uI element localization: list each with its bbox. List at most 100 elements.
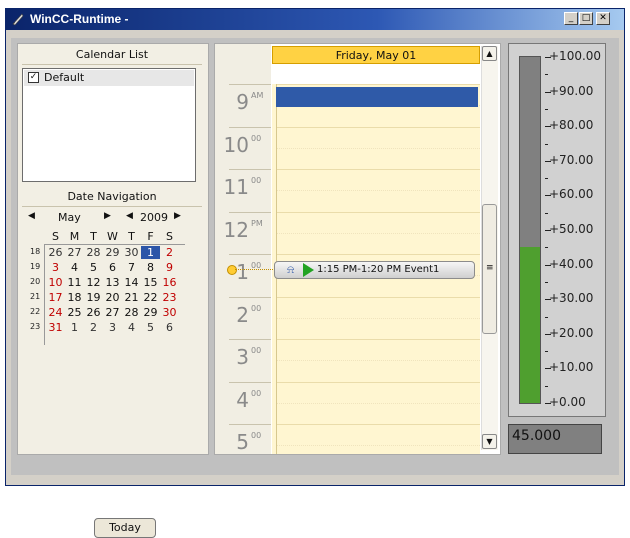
day-view: Friday, May 01 9 AM 10 00 11 00 12 PM 1 00 2 00 3 00 4… [214, 43, 501, 455]
slot-line [272, 296, 480, 298]
calendar-day[interactable]: 28 [84, 246, 103, 259]
calendar-day[interactable]: 5 [141, 321, 160, 334]
calendar-day[interactable]: 11 [65, 276, 84, 289]
slot-line [272, 147, 480, 149]
calendar-day[interactable]: 29 [103, 246, 122, 259]
calendar-day[interactable]: 13 [103, 276, 122, 289]
weekday-header: W [107, 230, 118, 243]
calendar-day[interactable]: 30 [122, 246, 141, 259]
close-button[interactable]: ✕ [596, 12, 610, 25]
hour-suffix: PM [251, 218, 263, 228]
calendar-day[interactable]: 24 [46, 306, 65, 319]
calendar-day[interactable]: 22 [141, 291, 160, 304]
calendar-day[interactable]: 2 [84, 321, 103, 334]
default-calendar-checkbox[interactable]: ✓ [28, 72, 39, 83]
window-title: WinCC-Runtime - [30, 12, 129, 26]
calendar-day[interactable]: 25 [65, 306, 84, 319]
calendar-day[interactable]: 19 [84, 291, 103, 304]
calendar-day[interactable]: 1 [65, 321, 84, 334]
hour-divider [229, 211, 271, 213]
current-time-line [235, 269, 273, 270]
calendar-day[interactable]: 12 [84, 276, 103, 289]
week-number: 20 [30, 277, 41, 286]
slot-line [272, 402, 480, 404]
calendar-day[interactable]: 27 [65, 246, 84, 259]
hour-divider [229, 424, 271, 425]
hour-number: 9 [236, 90, 249, 114]
gauge-minor-tick [545, 247, 548, 249]
calendar-day[interactable]: 6 [103, 261, 122, 274]
hour-suffix: 00 [251, 176, 262, 185]
slot-line [272, 126, 480, 128]
calendar-day[interactable]: 30 [160, 306, 179, 319]
calendar-day[interactable]: 9 [160, 261, 179, 274]
play-icon [303, 263, 314, 277]
calendar-day[interactable]: 3 [103, 321, 122, 334]
calendar-day[interactable]: 21 [122, 291, 141, 304]
gauge-scale-label: +80.00 [549, 118, 594, 133]
hour-number: 1 [236, 260, 249, 284]
calendar-day[interactable]: 5 [84, 261, 103, 274]
year-label: 2009 [140, 211, 168, 224]
scroll-up-arrow-icon[interactable]: ▲ [482, 46, 497, 61]
weekday-header: M [69, 230, 80, 243]
calendar-day[interactable]: 26 [84, 306, 103, 319]
gauge-minor-tick [545, 316, 548, 318]
weekday-header: S [52, 230, 59, 243]
bell-icon: ⍾ [287, 263, 295, 276]
calendar-day[interactable]: 28 [122, 306, 141, 319]
calendar-day[interactable]: 20 [103, 291, 122, 304]
calendar-day[interactable]: 23 [160, 291, 179, 304]
gauge-minor-tick [545, 385, 548, 387]
weekday-header: S [166, 230, 173, 243]
hour-divider [229, 254, 271, 255]
day-header[interactable]: Friday, May 01 [272, 46, 480, 64]
gauge-minor-tick [545, 281, 548, 283]
maximize-button[interactable]: □ [579, 12, 593, 25]
calendar-day[interactable]: 14 [122, 276, 141, 289]
day-view-scrollbar[interactable]: ▲ ≡ ▼ [481, 46, 498, 450]
hour-suffix: 00 [251, 431, 262, 440]
gauge-value-display[interactable]: 45.000 [508, 424, 602, 454]
scroll-down-arrow-icon[interactable]: ▼ [482, 434, 497, 449]
calendar-list-item-default[interactable]: ✓ Default [24, 70, 194, 86]
calendar-day[interactable]: 29 [141, 306, 160, 319]
event-item[interactable]: ⍾ 1:15 PM-1:20 PM Event1 [274, 261, 475, 279]
hour-number: 5 [236, 430, 249, 454]
prev-month-arrow-icon[interactable]: ◀ [28, 211, 35, 221]
calendar-day[interactable]: 10 [46, 276, 65, 289]
calendar-day[interactable]: 6 [160, 321, 179, 334]
calendar-day[interactable]: 15 [141, 276, 160, 289]
calendar-day[interactable]: 18 [65, 291, 84, 304]
title-bar[interactable]: WinCC-Runtime - _ □ ✕ [6, 9, 624, 30]
calendar-day[interactable]: 27 [103, 306, 122, 319]
next-year-arrow-icon[interactable]: ▶ [174, 211, 181, 221]
calendar-day[interactable]: 16 [160, 276, 179, 289]
month-year-navigator: ◀ May ▶ ◀ 2009 ▶ [22, 210, 202, 226]
calendar-day[interactable]: 3 [46, 261, 65, 274]
hour-suffix: 00 [251, 133, 262, 143]
slot-line [272, 339, 480, 340]
prev-year-arrow-icon[interactable]: ◀ [126, 211, 133, 221]
hour-divider [229, 84, 271, 85]
calendar-day[interactable]: 17 [46, 291, 65, 304]
calendar-day[interactable]: 31 [46, 321, 65, 334]
calendar-day[interactable]: 8 [141, 261, 160, 274]
calendar-day[interactable]: 4 [122, 321, 141, 334]
calendar-list-item-label: Default [44, 71, 85, 84]
scrollbar-thumb[interactable]: ≡ [482, 204, 497, 334]
today-button[interactable]: Today [94, 518, 156, 538]
calendar-day[interactable]: 7 [122, 261, 141, 274]
hour-number: 2 [236, 302, 249, 327]
slot-line [272, 445, 480, 447]
selected-time-slot[interactable] [276, 87, 478, 107]
minimize-button[interactable]: _ [564, 12, 578, 25]
calendar-day[interactable]: 1 [141, 246, 160, 259]
calendar-day[interactable]: 2 [160, 246, 179, 259]
gauge-bar-fill [520, 247, 540, 403]
calendar-day[interactable]: 26 [46, 246, 65, 259]
next-month-arrow-icon[interactable]: ▶ [104, 211, 111, 221]
calendar-day[interactable]: 4 [65, 261, 84, 274]
slot-line [272, 190, 480, 192]
week-number: 23 [30, 322, 41, 331]
